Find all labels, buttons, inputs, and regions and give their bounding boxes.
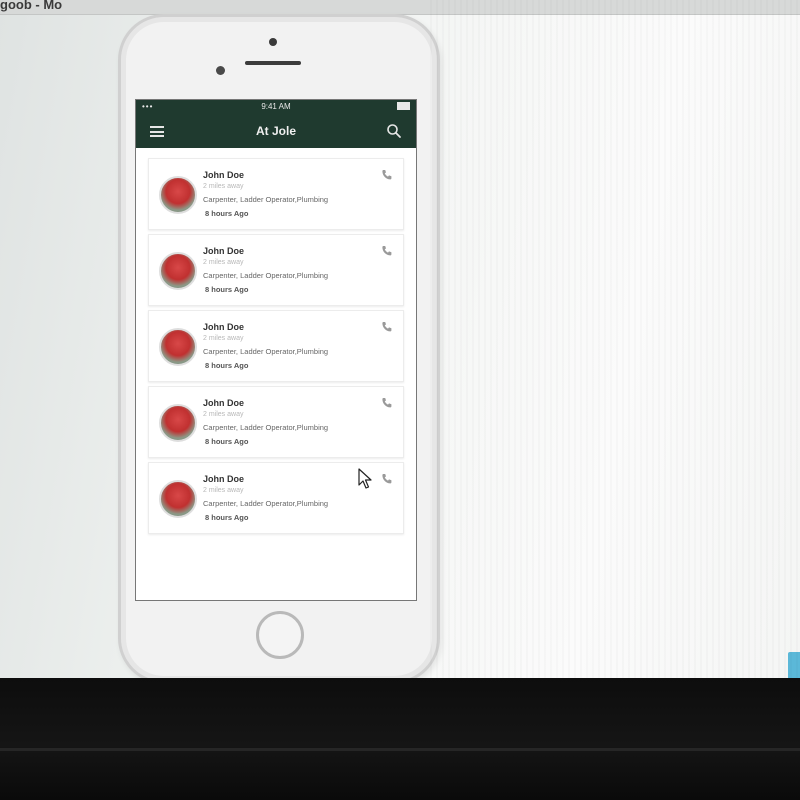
app-screen: ••• 9:41 AM At Jole John Doe 2 miles away…: [135, 99, 417, 601]
worker-posted-time: 8 hours Ago: [205, 285, 249, 294]
front-camera: [269, 38, 277, 46]
worker-avatar: [159, 176, 197, 214]
proximity-sensor: [216, 66, 225, 75]
search-icon[interactable]: [386, 123, 402, 139]
worker-skills: Carpenter, Ladder Operator,Plumbing: [203, 499, 329, 508]
worker-skills: Carpenter, Ladder Operator,Plumbing: [203, 271, 329, 280]
call-icon[interactable]: [381, 321, 393, 333]
worker-skills: Carpenter, Ladder Operator,Plumbing: [203, 347, 329, 356]
app-nav-bar: At Jole: [136, 114, 416, 148]
monitor-bezel-edge: [0, 748, 800, 751]
phone-mockup: ••• 9:41 AM At Jole John Doe 2 miles away…: [118, 14, 440, 684]
status-bar: ••• 9:41 AM: [136, 100, 416, 114]
worker-name: John Doe: [203, 322, 245, 332]
browser-tab-title[interactable]: goob - Mo: [0, 0, 62, 12]
worker-skills: Carpenter, Ladder Operator,Plumbing: [203, 423, 329, 432]
app-title: At Jole: [255, 124, 296, 138]
browser-tab-strip: goob - Mo: [0, 0, 800, 15]
mouse-cursor-icon: [358, 468, 372, 489]
worker-name: John Doe: [203, 246, 245, 256]
worker-posted-time: 8 hours Ago: [205, 209, 249, 218]
call-icon[interactable]: [381, 169, 393, 181]
worker-avatar: [159, 404, 197, 442]
worker-avatar: [159, 328, 197, 366]
worker-distance: 2 miles away: [203, 183, 244, 190]
worker-avatar: [159, 480, 197, 518]
worker-distance: 2 miles away: [203, 259, 244, 266]
monitor-screen: goob - Mo ••• 9:41 AM At Jole John Doe 2…: [0, 0, 800, 690]
call-icon[interactable]: [381, 397, 393, 409]
worker-card[interactable]: John Doe 2 miles away Carpenter, Ladder Op…: [148, 234, 404, 306]
worker-distance: 2 miles away: [203, 487, 244, 494]
worker-name: John Doe: [203, 170, 245, 180]
worker-avatar: [159, 252, 197, 290]
worker-card[interactable]: John Doe 2 miles away Carpenter, Ladder Op…: [148, 310, 404, 382]
worker-card[interactable]: John Doe 2 miles away Carpenter, Ladder Op…: [148, 158, 404, 230]
status-time: 9:41 AM: [261, 102, 291, 111]
worker-skills: Carpenter, Ladder Operator,Plumbing: [203, 195, 329, 204]
worker-name: John Doe: [203, 474, 245, 484]
battery-icon: [397, 101, 410, 110]
monitor-bezel: [0, 678, 800, 800]
worker-posted-time: 8 hours Ago: [205, 513, 249, 522]
call-icon[interactable]: [381, 473, 393, 485]
worker-card[interactable]: John Doe 2 miles away Carpenter, Ladder Op…: [148, 386, 404, 458]
worker-distance: 2 miles away: [203, 411, 244, 418]
earpiece-speaker: [245, 61, 301, 65]
home-button[interactable]: [256, 611, 304, 659]
call-icon[interactable]: [381, 245, 393, 257]
worker-name: John Doe: [203, 398, 245, 408]
worker-distance: 2 miles away: [203, 335, 244, 342]
worker-posted-time: 8 hours Ago: [205, 361, 249, 370]
worker-posted-time: 8 hours Ago: [205, 437, 249, 446]
